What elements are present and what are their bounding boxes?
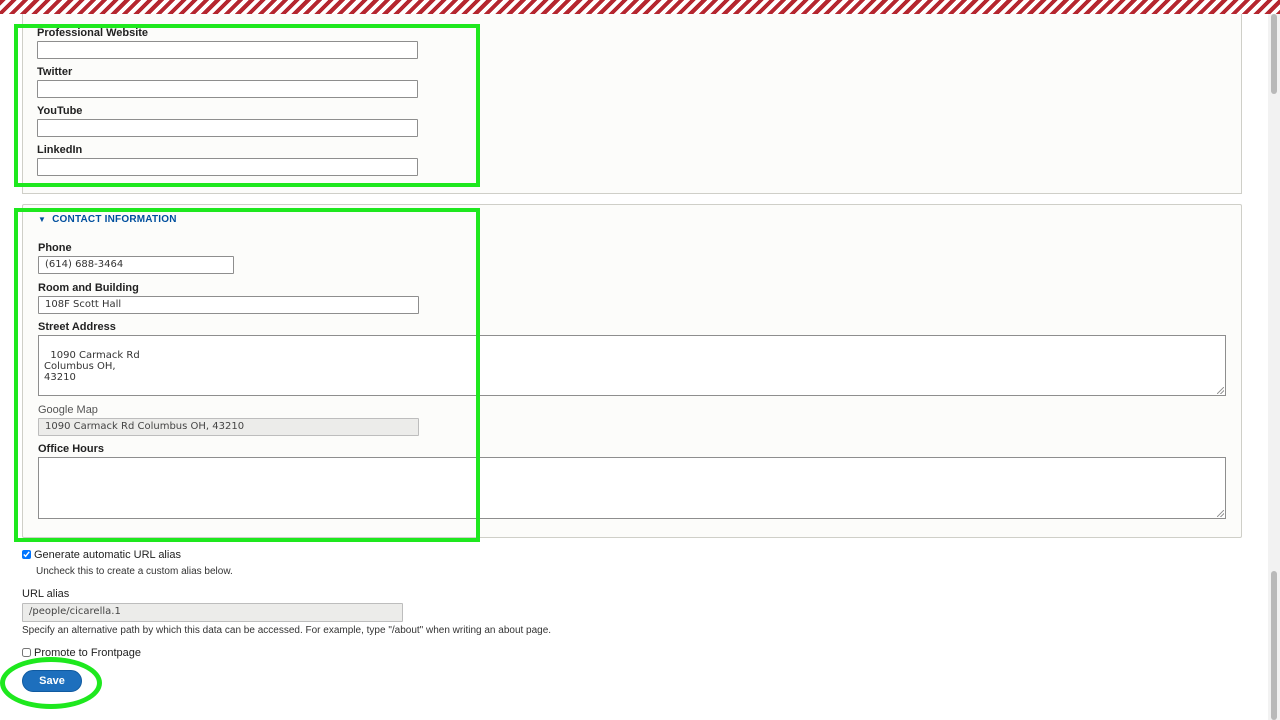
room-building-input[interactable]: 108F Scott Hall [38, 296, 419, 314]
scrollbar-thumb[interactable] [1271, 571, 1277, 720]
generate-alias-checkbox[interactable] [22, 550, 31, 559]
office-hours-label: Office Hours [38, 443, 105, 455]
twitter-label: Twitter [37, 66, 73, 78]
phone-label: Phone [38, 242, 72, 254]
header-stripe [0, 0, 1280, 14]
generate-alias-description: Uncheck this to create a custom alias be… [36, 566, 233, 577]
youtube-input[interactable] [37, 119, 418, 137]
triangle-down-icon: ▼ [38, 215, 47, 224]
url-alias-label: URL alias [22, 588, 70, 600]
room-building-label: Room and Building [38, 282, 139, 294]
youtube-label: YouTube [37, 105, 83, 117]
promote-frontpage-label[interactable]: Promote to Frontpage [34, 647, 141, 659]
street-address-textarea[interactable]: 1090 Carmack Rd Columbus OH, 43210 [38, 335, 1226, 396]
professional-website-input[interactable] [37, 41, 418, 59]
linkedin-label: LinkedIn [37, 144, 83, 156]
phone-input[interactable]: (614) 688-3464 [38, 256, 234, 274]
contact-information-title: CONTACT INFORMATION [52, 214, 177, 225]
google-map-input: 1090 Carmack Rd Columbus OH, 43210 [38, 418, 419, 436]
scrollbar-top-segment [1271, 14, 1277, 94]
street-address-value: 1090 Carmack Rd Columbus OH, 43210 [44, 350, 140, 383]
street-address-label: Street Address [38, 321, 116, 333]
linkedin-input[interactable] [37, 158, 418, 176]
promote-frontpage-checkbox[interactable] [22, 648, 31, 657]
save-button[interactable]: Save [22, 670, 82, 692]
office-hours-textarea[interactable] [38, 457, 1226, 519]
url-alias-input: /people/cicarella.1 [22, 603, 403, 622]
generate-alias-label[interactable]: Generate automatic URL alias [34, 549, 181, 561]
google-map-label: Google Map [38, 404, 98, 416]
professional-website-label: Professional Website [37, 27, 149, 39]
contact-information-toggle[interactable]: ▼ CONTACT INFORMATION [38, 214, 177, 225]
resize-grip-icon[interactable] [1217, 510, 1224, 517]
twitter-input[interactable] [37, 80, 418, 98]
url-alias-description: Specify an alternative path by which thi… [22, 625, 552, 636]
resize-grip-icon[interactable] [1217, 387, 1224, 394]
page-scrollbar[interactable] [1268, 14, 1280, 720]
